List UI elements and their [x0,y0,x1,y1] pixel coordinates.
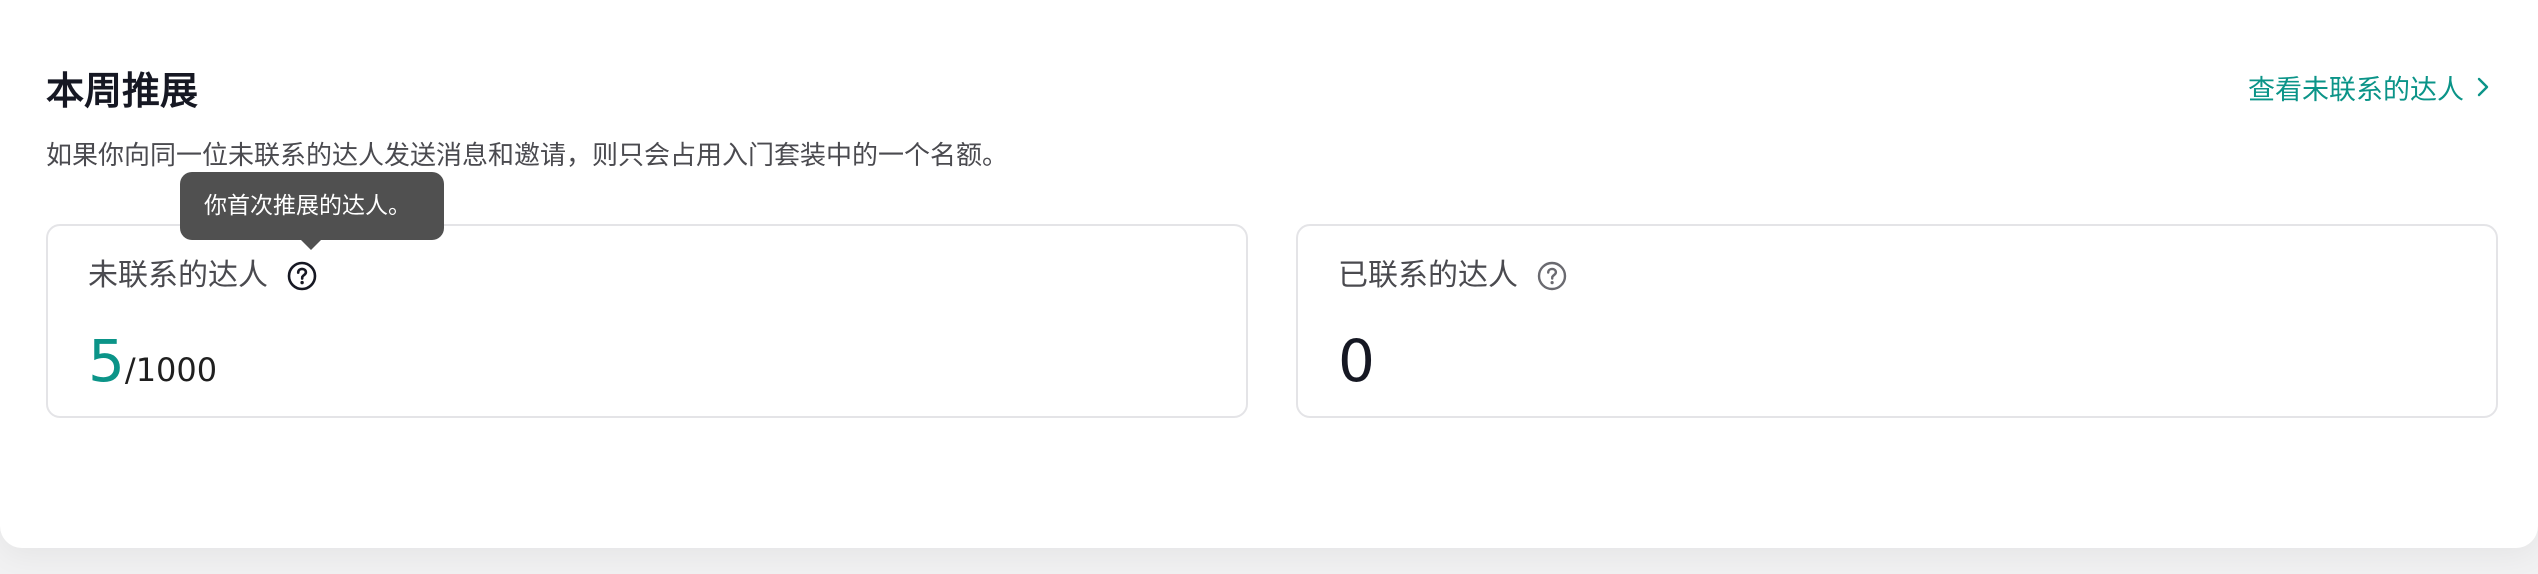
card-label-text: 已联系的达人 [1338,258,1518,293]
question-circle-icon[interactable] [286,260,318,292]
view-uncontacted-creators-link[interactable]: 查看未联系的达人 [2248,70,2492,112]
uncontacted-creators-card: 未联系的达人 5 /1000 [46,224,1248,418]
count-value: 5 [88,327,125,395]
view-link-label: 查看未联系的达人 [2248,75,2464,106]
chevron-right-icon [2474,70,2492,112]
section-description: 如果你向同一位未联系的达人发送消息和邀请，则只会占用入门套装中的一个名额。 [46,141,1009,171]
count-total: /1000 [124,351,218,389]
card-label-text: 未联系的达人 [88,258,268,293]
uncontacted-count: 5 /1000 [88,326,217,405]
question-circle-icon[interactable] [1536,260,1568,292]
contacted-creators-card: 已联系的达人 0 [1296,224,2498,418]
contacted-count: 0 [1338,326,1375,396]
card-label-contacted: 已联系的达人 [1338,256,1568,296]
count-value: 0 [1338,327,1375,395]
help-tooltip: 你首次推展的达人。 [180,172,444,240]
tooltip-arrow [300,239,322,250]
section-title: 本周推展 [46,69,199,113]
weekly-outreach-panel: 本周推展 如果你向同一位未联系的达人发送消息和邀请，则只会占用入门套装中的一个名… [0,0,2538,548]
card-label-uncontacted: 未联系的达人 [88,256,318,296]
